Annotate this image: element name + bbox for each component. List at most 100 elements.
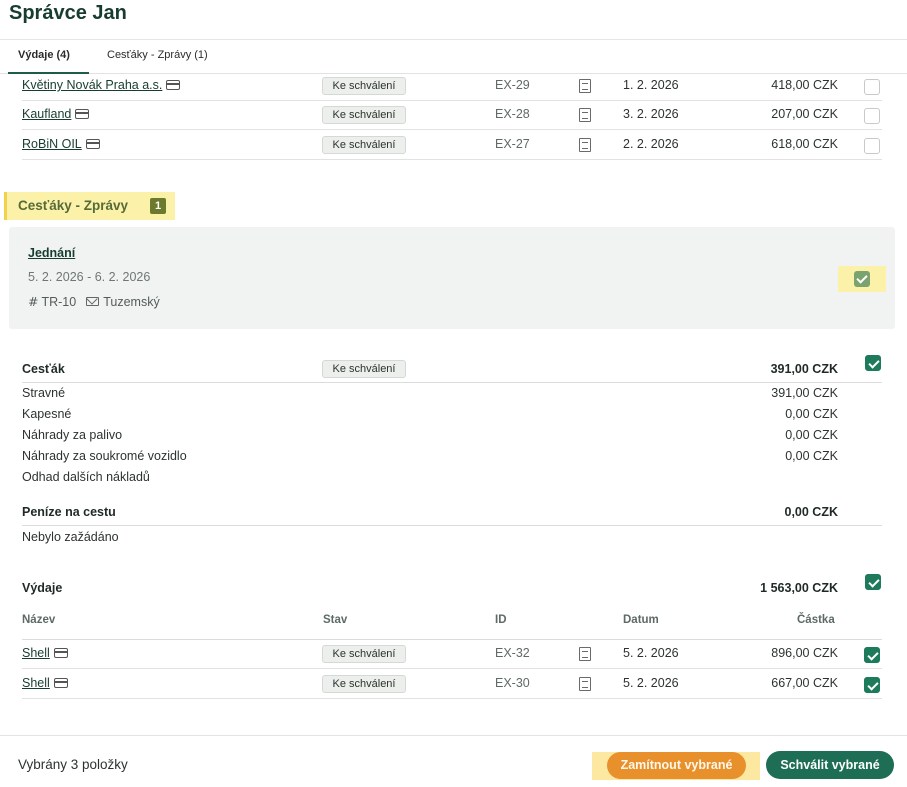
detail-value: 0,00 CZK <box>785 449 838 463</box>
mail-icon <box>86 297 100 306</box>
travel-order-checkbox[interactable] <box>865 355 881 371</box>
column-header-status[interactable]: Stav <box>323 614 347 626</box>
row-checkbox[interactable] <box>864 647 880 663</box>
row-checkbox[interactable] <box>864 138 880 154</box>
expense-name-link[interactable]: Shell <box>22 676 68 690</box>
expense-amount: 207,00 CZK <box>771 107 838 121</box>
detail-label: Odhad dalších nákladů <box>22 470 150 484</box>
table-row[interactable]: RoBiN OIL Ke schválení EX-27 2. 2. 2026 … <box>22 131 882 160</box>
tab-expenses[interactable]: Výdaje (4) <box>18 49 70 61</box>
main-content: Květiny Novák Praha a.s. Ke schválení EX… <box>0 75 907 735</box>
trip-dates: 5. 2. 2026 - 6. 2. 2026 <box>28 270 151 284</box>
advance-note: Nebylo zažádáno <box>22 530 838 550</box>
active-tab-indicator <box>8 72 89 74</box>
trip-expenses-total: 1 563,00 CZK <box>760 581 838 595</box>
expense-id: EX-28 <box>495 107 530 121</box>
expense-date: 5. 2. 2026 <box>623 646 679 660</box>
detail-row: Stravné 391,00 CZK <box>22 386 838 406</box>
expense-id: EX-27 <box>495 137 530 151</box>
detail-row: Náhrady za soukromé vozidlo 0,00 CZK <box>22 449 838 469</box>
hash-icon: # <box>28 294 39 309</box>
travel-order-title: Cesťák <box>22 362 65 376</box>
detail-label: Stravné <box>22 386 66 400</box>
advance-total: 0,00 CZK <box>784 505 839 519</box>
table-row[interactable]: Shell Ke schválení EX-30 5. 2. 2026 667,… <box>22 670 882 699</box>
column-header-date[interactable]: Datum <box>623 614 659 626</box>
document-icon[interactable] <box>579 108 591 122</box>
trip-expenses-title: Výdaje <box>22 581 63 595</box>
expense-date: 1. 2. 2026 <box>623 78 679 92</box>
document-icon[interactable] <box>579 677 591 691</box>
travel-order-total: 391,00 CZK <box>770 362 838 376</box>
advance-header: Peníze na cestu 0,00 CZK <box>22 502 882 526</box>
column-header-name[interactable]: Název <box>22 614 55 626</box>
detail-label: Náhrady za soukromé vozidlo <box>22 449 187 463</box>
document-icon[interactable] <box>579 647 591 661</box>
status-badge: Ke schválení <box>322 136 406 154</box>
trip-checkbox[interactable] <box>854 271 870 287</box>
document-icon[interactable] <box>579 79 591 93</box>
expense-amount: 896,00 CZK <box>771 646 838 660</box>
expense-id: EX-29 <box>495 78 530 92</box>
table-row[interactable]: Kaufland Ke schválení EX-28 3. 2. 2026 2… <box>22 101 882 130</box>
status-badge: Ke schválení <box>322 106 406 124</box>
detail-value: 391,00 CZK <box>771 386 838 400</box>
travel-order-header: Cesťák Ke schválení 391,00 CZK <box>22 355 882 383</box>
trip-type: Tuzemský <box>103 295 160 309</box>
trip-title-link[interactable]: Jednání <box>28 246 75 260</box>
section-count-badge: 1 <box>150 198 166 214</box>
status-badge: Ke schválení <box>322 77 406 95</box>
detail-label: Kapesné <box>22 407 72 421</box>
advance-note-text: Nebylo zažádáno <box>22 530 119 544</box>
tab-travel-reports[interactable]: Cesťáky - Zprávy (1) <box>107 49 208 61</box>
card-icon <box>85 139 100 149</box>
expense-name-link[interactable]: Shell <box>22 646 68 660</box>
table-row[interactable]: Shell Ke schválení EX-32 5. 2. 2026 896,… <box>22 640 882 669</box>
column-header-amount[interactable]: Částka <box>797 614 835 626</box>
section-title: Cesťáky - Zprávy <box>18 198 129 213</box>
expense-date: 2. 2. 2026 <box>623 137 679 151</box>
advance-title: Peníze na cestu <box>22 505 116 519</box>
trip-meta: # TR-10 Tuzemský <box>28 294 160 309</box>
approve-selected-button[interactable]: Schválit vybrané <box>766 751 894 779</box>
detail-row: Náhrady za palivo 0,00 CZK <box>22 428 838 448</box>
expense-id: EX-32 <box>495 646 530 660</box>
detail-label: Náhrady za palivo <box>22 428 123 442</box>
expense-id: EX-30 <box>495 676 530 690</box>
expense-amount: 418,00 CZK <box>771 78 838 92</box>
status-badge: Ke schválení <box>322 675 406 693</box>
document-icon[interactable] <box>579 138 591 152</box>
detail-value: 0,00 CZK <box>785 428 838 442</box>
expense-name-link[interactable]: Kaufland <box>22 107 90 121</box>
column-header-id[interactable]: ID <box>495 614 507 626</box>
title-bar: Správce Jan <box>0 0 907 40</box>
trip-checkbox-highlight <box>838 266 886 292</box>
row-checkbox[interactable] <box>864 79 880 95</box>
detail-value: 0,00 CZK <box>785 407 838 421</box>
card-icon <box>53 648 68 658</box>
expense-name-link[interactable]: RoBiN OIL <box>22 137 100 151</box>
selected-count: Vybrány 3 položky <box>18 757 128 772</box>
action-footer: Vybrány 3 položky Zamítnout vybrané Schv… <box>0 735 907 787</box>
reject-selected-button[interactable]: Zamítnout vybrané <box>607 752 746 779</box>
detail-row: Kapesné 0,00 CZK <box>22 407 838 427</box>
detail-row: Odhad dalších nákladů <box>22 470 838 490</box>
expense-amount: 667,00 CZK <box>771 676 838 690</box>
travel-reports-section-heading: Cesťáky - Zprávy 1 <box>4 192 175 220</box>
status-badge: Ke schválení <box>322 360 406 378</box>
expense-amount: 618,00 CZK <box>771 137 838 151</box>
card-icon <box>75 109 90 119</box>
status-badge: Ke schválení <box>322 645 406 663</box>
trip-card: Jednání 5. 2. 2026 - 6. 2. 2026 # TR-10 Tu… <box>9 227 895 329</box>
card-icon <box>53 678 68 688</box>
table-row[interactable]: Květiny Novák Praha a.s. Ke schválení EX… <box>22 75 882 101</box>
page-title: Správce Jan <box>9 2 127 24</box>
trip-expenses-checkbox[interactable] <box>865 574 881 590</box>
card-icon <box>166 80 181 90</box>
expense-date: 5. 2. 2026 <box>623 676 679 690</box>
row-checkbox[interactable] <box>864 677 880 693</box>
trip-expenses-header: Výdaje 1 563,00 CZK <box>22 574 882 602</box>
expense-date: 3. 2. 2026 <box>623 107 679 121</box>
expense-name-link[interactable]: Květiny Novák Praha a.s. <box>22 78 181 92</box>
row-checkbox[interactable] <box>864 108 880 124</box>
